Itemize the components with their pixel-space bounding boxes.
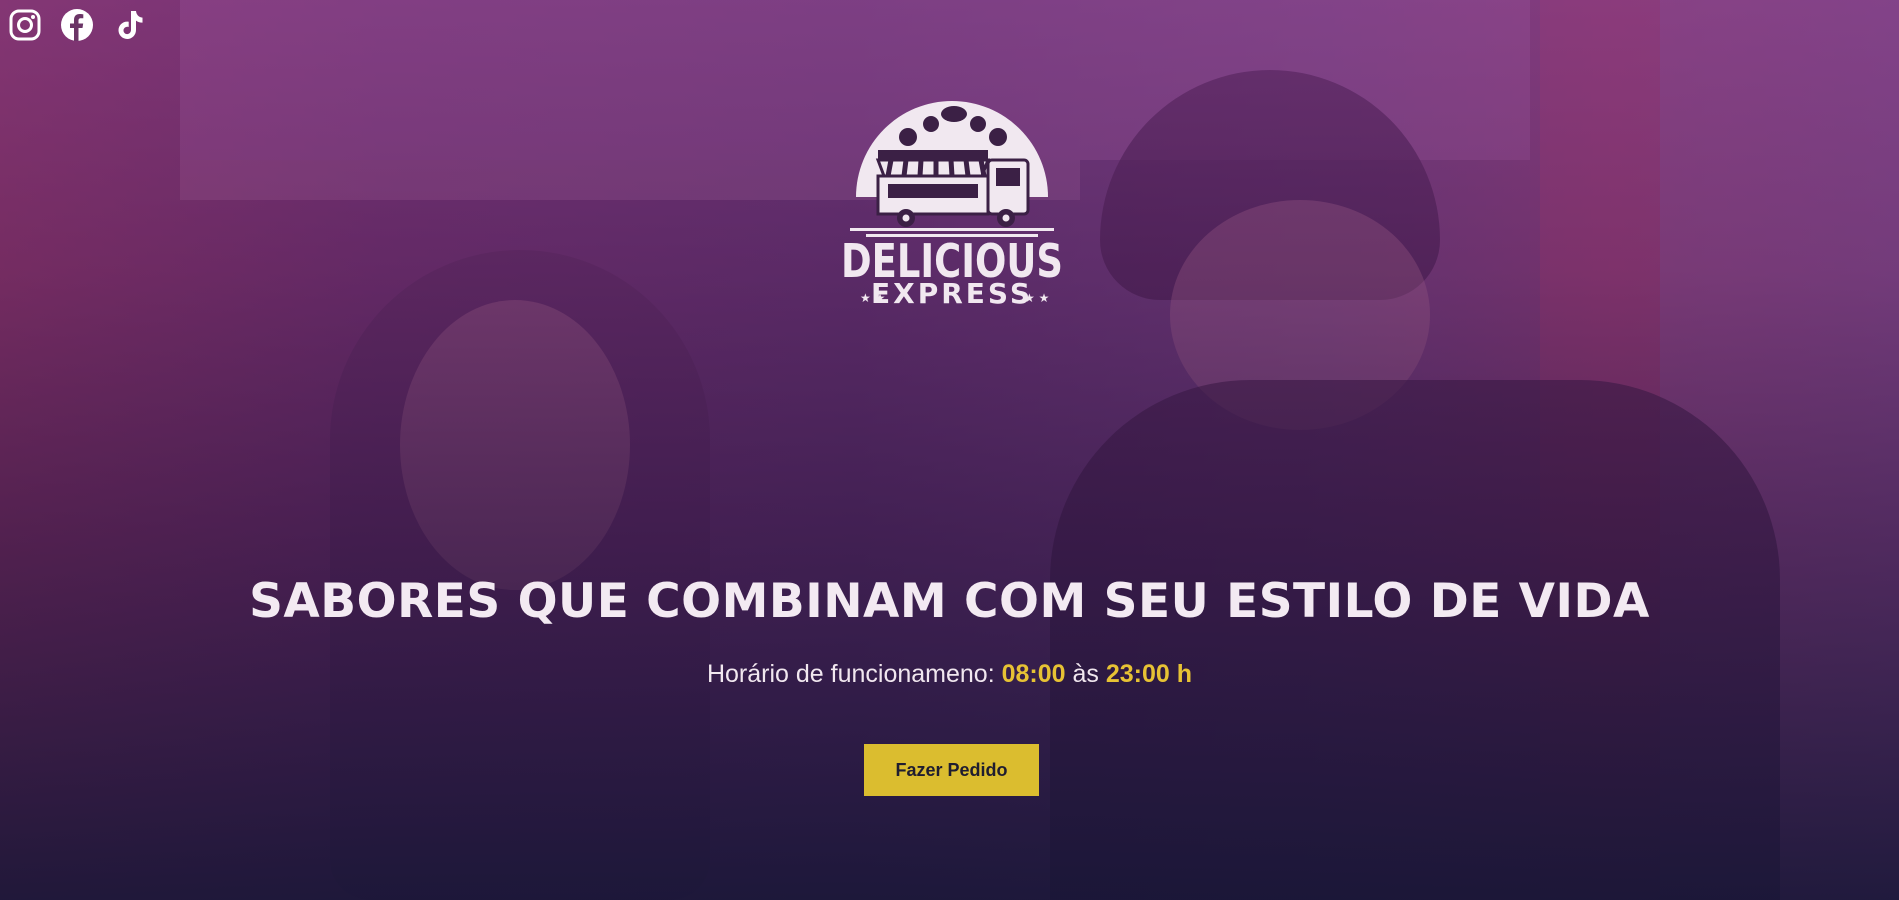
food-truck-icon bbox=[850, 101, 1054, 237]
opening-hours: Horário de funcionameno: 08:00 às 23:00 … bbox=[0, 660, 1899, 689]
tiktok-icon[interactable] bbox=[112, 8, 146, 42]
hero-headline: SABORES QUE COMBINAM COM SEU ESTILO DE V… bbox=[249, 574, 1650, 629]
hours-connector: às bbox=[1072, 660, 1099, 688]
instagram-icon[interactable] bbox=[8, 8, 42, 42]
close-time: 23:00 h bbox=[1105, 660, 1193, 688]
hours-label: Horário de funcionameno: bbox=[706, 660, 995, 688]
logo-line2: EXPRESS bbox=[871, 277, 1033, 308]
hero-section: DELICIOUS ★ ★ EXPRESS ★ ★ SABORES QUE CO… bbox=[0, 0, 1899, 900]
open-time: 08:00 bbox=[1001, 660, 1066, 688]
order-button[interactable]: Fazer Pedido bbox=[864, 744, 1039, 796]
brand-logo: DELICIOUS ★ ★ EXPRESS ★ ★ bbox=[841, 101, 1063, 308]
facebook-icon[interactable] bbox=[60, 8, 94, 42]
social-links bbox=[8, 8, 146, 42]
logo-star-right: ★ ★ bbox=[1024, 291, 1049, 305]
